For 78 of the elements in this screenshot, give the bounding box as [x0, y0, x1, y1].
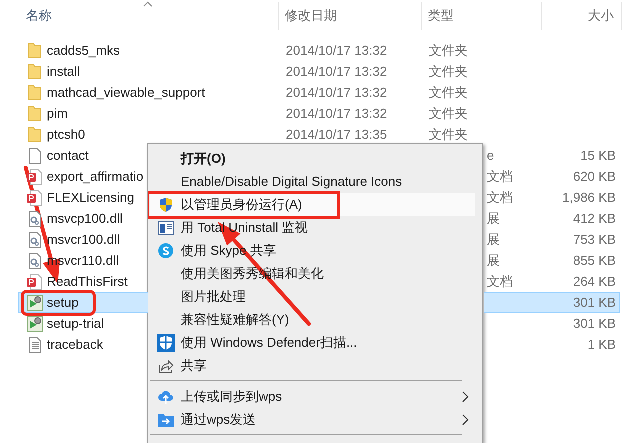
menu-item[interactable]: 通过wps发送: [150, 408, 480, 431]
file-name: export_affirmatio: [47, 169, 144, 184]
file-size: 15 KB: [580, 148, 616, 163]
file-type: 文件夹: [429, 126, 468, 144]
file-type: e: [487, 148, 494, 163]
modified-date: 2014/10/17 13:32: [286, 106, 388, 121]
file-name: mathcad_viewable_support: [47, 85, 206, 100]
modified-date: 2014/10/17 13:32: [286, 43, 388, 58]
file-name: ReadThisFirst: [47, 274, 128, 289]
menu-item[interactable]: 使用 Windows Defender扫描...: [150, 331, 480, 354]
shield-icon: [158, 196, 174, 212]
file-type: 展: [487, 210, 500, 228]
menu-item[interactable]: 图片批处理: [150, 285, 480, 308]
menu-item[interactable]: 共享: [150, 354, 480, 377]
column-header[interactable]: 大小: [588, 7, 614, 25]
file-type: 文档: [487, 272, 513, 290]
file-type: 展: [487, 252, 500, 270]
modified-date: 2014/10/17 13:32: [286, 85, 388, 100]
folder-icon: [27, 64, 43, 80]
file-size: 1,986 KB: [562, 190, 616, 205]
menu-item[interactable]: 打开(O): [150, 147, 480, 170]
file-name: setup-trial: [47, 316, 104, 331]
file-size: 412 KB: [573, 211, 616, 226]
dll-file-icon: [27, 232, 43, 248]
file-type: 文件夹: [429, 42, 468, 60]
file-size: 301 KB: [573, 316, 616, 331]
file-type: 文件夹: [429, 104, 468, 122]
folder-icon: [27, 126, 43, 142]
file-size: 301 KB: [573, 295, 616, 310]
file-size: 1 KB: [588, 337, 616, 352]
file-name: setup: [47, 295, 79, 310]
folder-icon: [27, 42, 43, 58]
file-type: 展: [487, 230, 500, 248]
file-name: traceback: [47, 337, 104, 352]
share-icon: [158, 358, 174, 374]
pdf-icon: [27, 168, 43, 184]
file-name: msvcp100.dll: [47, 211, 123, 226]
file-name: contact: [47, 148, 89, 163]
menu-item[interactable]: 上传或同步到wps: [150, 385, 480, 408]
dll-file-icon: [27, 210, 43, 226]
folder-icon: [27, 106, 43, 122]
send-folder-icon: [158, 412, 174, 426]
pdf-icon: [27, 190, 43, 206]
pdf-icon: [27, 274, 43, 290]
skype-icon: [158, 242, 174, 258]
file-size: 264 KB: [573, 274, 616, 289]
window-icon: [158, 220, 174, 234]
shield-icon: [156, 334, 174, 352]
file-name: ptcsh0: [47, 127, 86, 142]
text-file-icon: [27, 336, 43, 352]
dll-file-icon: [27, 252, 43, 268]
folder-icon: [27, 84, 43, 100]
file-name: pim: [47, 106, 68, 121]
modified-date: 2014/10/17 13:35: [286, 127, 388, 142]
file-type: 文档: [487, 188, 513, 206]
file-icon: [27, 148, 43, 164]
menu-item[interactable]: 兼容性疑难解答(Y): [150, 308, 480, 331]
file-type: 文件夹: [429, 84, 468, 102]
file-name: install: [47, 64, 80, 79]
column-header[interactable]: 名称: [26, 7, 52, 25]
file-type: 文件夹: [429, 62, 468, 80]
file-name: FLEXLicensing: [47, 190, 134, 205]
column-header[interactable]: 修改日期: [285, 7, 337, 25]
file-name: msvcr100.dll: [47, 232, 120, 247]
file-size: 620 KB: [573, 169, 616, 184]
column-header[interactable]: 类型: [428, 7, 454, 25]
cloud-upload-icon: [158, 388, 174, 404]
modified-date: 2014/10/17 13:32: [286, 64, 388, 79]
sort-caret-icon[interactable]: [143, 1, 153, 7]
menu-item[interactable]: Enable/Disable Digital Signature Icons: [150, 170, 480, 193]
file-type: 文档: [487, 168, 513, 186]
installer-icon: [27, 294, 43, 310]
file-size: 753 KB: [573, 232, 616, 247]
file-name: cadds5_mks: [47, 43, 120, 58]
installer-icon: [27, 316, 43, 332]
menu-item[interactable]: 以管理员身份运行(A): [150, 193, 475, 216]
file-size: 855 KB: [573, 253, 616, 268]
menu-label: 以管理员身份运行(A): [181, 196, 302, 214]
